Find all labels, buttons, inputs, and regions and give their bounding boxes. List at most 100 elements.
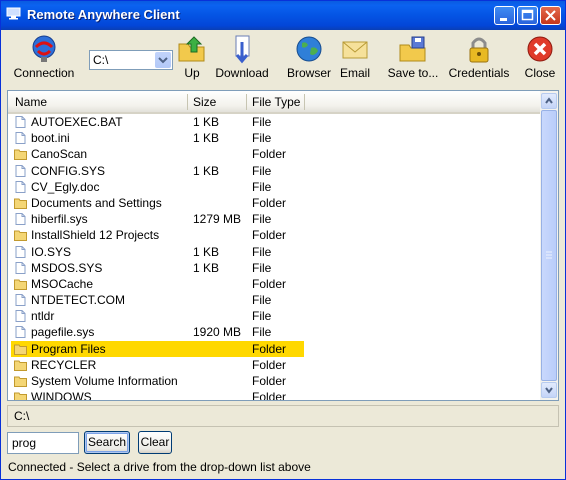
envelope-icon (342, 41, 368, 59)
item-name: hiberfil.sys (31, 212, 88, 227)
browser-button[interactable]: Browser (286, 34, 332, 80)
folder-icon (14, 344, 27, 355)
item-type: File (252, 309, 272, 324)
scroll-up-button[interactable] (541, 93, 557, 109)
download-icon (235, 35, 250, 64)
file-icon (15, 261, 26, 274)
folder-icon (14, 279, 27, 290)
chevron-down-icon[interactable] (155, 52, 171, 68)
credentials-button[interactable]: Credentials (447, 34, 511, 80)
drive-value: C:\ (93, 53, 109, 67)
list-item[interactable]: CONFIG.SYS 1 KB File (8, 163, 540, 179)
list-item[interactable]: MSOCache Folder (8, 276, 540, 292)
column-header-name[interactable]: Name (15, 95, 47, 109)
item-type: File (252, 244, 272, 259)
file-icon (15, 310, 26, 323)
app-window: Remote Anywhere Client Connection C:\ Up… (0, 0, 566, 480)
search-input[interactable] (7, 432, 79, 454)
item-name: CV_Egly.doc (31, 179, 100, 194)
item-name: NTDETECT.COM (31, 293, 125, 308)
item-size: 1 KB (193, 244, 220, 259)
item-name: WINDOWS (31, 390, 92, 401)
search-button[interactable]: Search (84, 431, 130, 454)
item-type: File (252, 212, 272, 227)
close-window-button[interactable] (540, 6, 561, 25)
scrollbar-thumb[interactable] (541, 110, 557, 381)
item-type: Folder (252, 390, 287, 401)
list-item[interactable]: pagefile.sys 1920 MB File (8, 324, 540, 340)
item-name: System Volume Information (31, 374, 178, 388)
item-type: Folder (252, 357, 287, 372)
list-item[interactable]: AUTOEXEC.BAT 1 KB File (8, 114, 540, 130)
item-type: Folder (252, 228, 287, 243)
close-button[interactable]: Close (523, 34, 557, 80)
item-type: Folder (252, 374, 287, 388)
list-item[interactable]: MSDOS.SYS 1 KB File (8, 260, 540, 276)
clear-button[interactable]: Clear (138, 431, 172, 454)
list-item[interactable]: hiberfil.sys 1279 MB File (8, 211, 540, 227)
list-item[interactable]: NTDETECT.COM File (8, 292, 540, 308)
save-to-label: Save to... (387, 66, 439, 80)
item-type: File (252, 179, 272, 194)
file-icon (15, 132, 26, 145)
list-item[interactable]: ntldr File (8, 308, 540, 324)
list-item[interactable]: boot.ini 1 KB File (8, 130, 540, 146)
item-name: MSOCache (31, 276, 94, 291)
current-path: C:\ (14, 409, 30, 423)
item-name: AUTOEXEC.BAT (31, 115, 123, 129)
title-bar[interactable]: Remote Anywhere Client (1, 1, 565, 30)
save-folder-icon (399, 36, 426, 62)
item-type: File (252, 163, 272, 178)
list-item[interactable]: RECYCLER Folder (8, 357, 540, 373)
maximize-button[interactable] (517, 6, 538, 25)
drive-dropdown[interactable]: C:\ (89, 50, 173, 70)
file-list[interactable]: Name Size File Type AUTOEXEC.BAT 1 KB File… (7, 90, 559, 401)
item-name: InstallShield 12 Projects (31, 228, 160, 243)
item-name: CanoScan (31, 147, 88, 162)
up-button[interactable]: Up (177, 34, 207, 80)
folder-icon (14, 392, 27, 400)
list-item[interactable]: InstallShield 12 Projects Folder (8, 227, 540, 243)
list-item[interactable]: Program Files Folder (8, 340, 540, 357)
item-size: 1 KB (193, 260, 220, 275)
column-header-type[interactable]: File Type (252, 95, 300, 109)
item-name: Documents and Settings (31, 195, 162, 210)
folder-icon (14, 360, 27, 371)
connection-button[interactable]: Connection (11, 34, 77, 80)
item-type: File (252, 260, 272, 275)
column-divider[interactable] (246, 94, 247, 110)
list-item[interactable]: CanoScan Folder (8, 146, 540, 162)
column-header-size[interactable]: Size (193, 95, 216, 109)
close-label: Close (524, 66, 556, 80)
file-icon (15, 213, 26, 226)
file-icon (15, 164, 26, 177)
list-item[interactable]: System Volume Information Folder (8, 373, 540, 389)
item-size: 1 KB (193, 131, 220, 146)
minimize-button[interactable] (494, 6, 515, 25)
item-size: 1920 MB (193, 325, 242, 340)
file-icon (15, 294, 26, 307)
item-type: Folder (252, 341, 287, 356)
scroll-down-button[interactable] (541, 382, 557, 398)
vertical-scrollbar[interactable] (540, 91, 558, 400)
list-item[interactable]: IO.SYS 1 KB File (8, 244, 540, 260)
up-label: Up (184, 66, 200, 80)
column-divider[interactable] (304, 94, 305, 110)
item-name: MSDOS.SYS (31, 260, 103, 275)
item-name: pagefile.sys (31, 325, 95, 340)
list-header: Name Size File Type (8, 91, 540, 114)
item-name: RECYCLER (31, 357, 97, 372)
save-to-button[interactable]: Save to... (384, 34, 442, 80)
item-name: boot.ini (31, 131, 70, 146)
list-item[interactable]: WINDOWS Folder (8, 389, 540, 401)
list-item[interactable]: Documents and Settings Folder (8, 195, 540, 211)
item-type: File (252, 131, 272, 146)
browser-label: Browser (286, 66, 331, 80)
file-icon (15, 180, 26, 193)
list-item[interactable]: CV_Egly.doc File (8, 179, 540, 195)
column-divider[interactable] (187, 94, 188, 110)
email-button[interactable]: Email (339, 34, 371, 80)
lock-icon (469, 37, 489, 63)
download-button[interactable]: Download (213, 34, 271, 80)
status-text: Connected - Select a drive from the drop… (8, 460, 311, 474)
